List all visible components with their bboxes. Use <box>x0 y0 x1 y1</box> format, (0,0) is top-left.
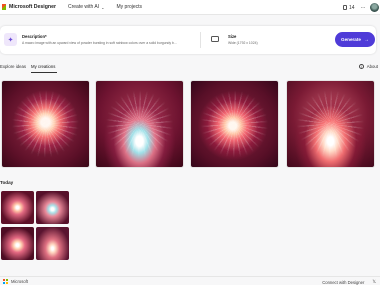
microsoft-logo[interactable]: Microsoft <box>3 279 28 284</box>
history-thumbnail[interactable] <box>1 227 34 260</box>
burst-texture <box>10 89 81 159</box>
nav-create-with-ai[interactable]: Create with AI ⌄ <box>68 4 105 10</box>
tab-my-creations[interactable]: My creations <box>31 64 55 69</box>
generated-image-3[interactable] <box>190 80 279 168</box>
generated-image-4[interactable] <box>286 80 375 168</box>
designer-logo-icon <box>2 4 6 10</box>
footer: Microsoft Connect with Designer 𝕏 <box>0 279 380 285</box>
credits-count: 14 <box>348 4 355 11</box>
avatar[interactable] <box>370 3 379 12</box>
ellipsis-icon[interactable]: ··· <box>361 5 366 11</box>
nav-my-projects-label: My projects <box>116 4 143 10</box>
nav-my-projects[interactable]: My projects <box>116 4 142 10</box>
prompt-card: ✦ Description* A macro image with an upw… <box>0 26 376 54</box>
generate-button[interactable]: Generate → <box>335 32 375 47</box>
burst-texture <box>199 89 270 159</box>
generate-button-label: Generate <box>341 37 361 42</box>
creation-tabs: Explore ideas My creations i About <box>0 62 380 74</box>
history-thumbnail[interactable] <box>36 191 69 224</box>
top-right-controls: 14 ··· <box>342 0 380 15</box>
burst-texture <box>295 89 366 159</box>
footer-divider <box>0 276 380 277</box>
footer-links: Connect with Designer 𝕏 <box>322 279 376 285</box>
size-title: Size <box>228 34 237 39</box>
microsoft-logo-icon <box>3 279 8 284</box>
brand-name: Microsoft Designer <box>9 4 56 10</box>
active-tab-indicator <box>31 72 57 73</box>
tab-explore-ideas[interactable]: Explore ideas <box>0 64 26 69</box>
prompt-panel: ✦ Description* A macro image with an upw… <box>0 26 380 54</box>
about-label: About <box>366 64 378 69</box>
top-navigation-bar: Microsoft Designer Create with AI ⌄ My p… <box>0 0 380 15</box>
size-selector[interactable]: Wide (1792 x 1024) <box>228 41 258 45</box>
credits-indicator[interactable]: 14 <box>342 4 355 11</box>
nav-create-with-ai-label: Create with AI <box>67 4 100 10</box>
generated-image-1[interactable] <box>1 80 90 168</box>
footer-brand: Microsoft <box>11 279 28 284</box>
boost-credits-icon <box>342 5 347 10</box>
chevron-down-icon: ⌄ <box>101 4 105 10</box>
x-social-icon[interactable]: 𝕏 <box>372 279 376 285</box>
burst-texture <box>104 89 175 159</box>
aspect-ratio-icon <box>211 36 219 42</box>
about-button[interactable]: i About <box>358 64 378 69</box>
history-thumbnail[interactable] <box>36 227 69 260</box>
description-title: Description* <box>22 34 47 39</box>
description-input[interactable]: A macro image with an upward view of pow… <box>22 41 177 45</box>
history-thumbnail[interactable] <box>1 191 34 224</box>
designer-logo[interactable]: Microsoft Designer <box>2 4 56 10</box>
section-heading-today: Today <box>0 180 14 185</box>
connect-with-designer-link[interactable]: Connect with Designer <box>322 280 364 285</box>
sparkle-icon: ✦ <box>4 33 17 46</box>
divider <box>200 32 201 48</box>
arrow-right-icon: → <box>363 36 369 43</box>
generated-image-2[interactable] <box>95 80 184 168</box>
info-icon: i <box>358 64 364 69</box>
